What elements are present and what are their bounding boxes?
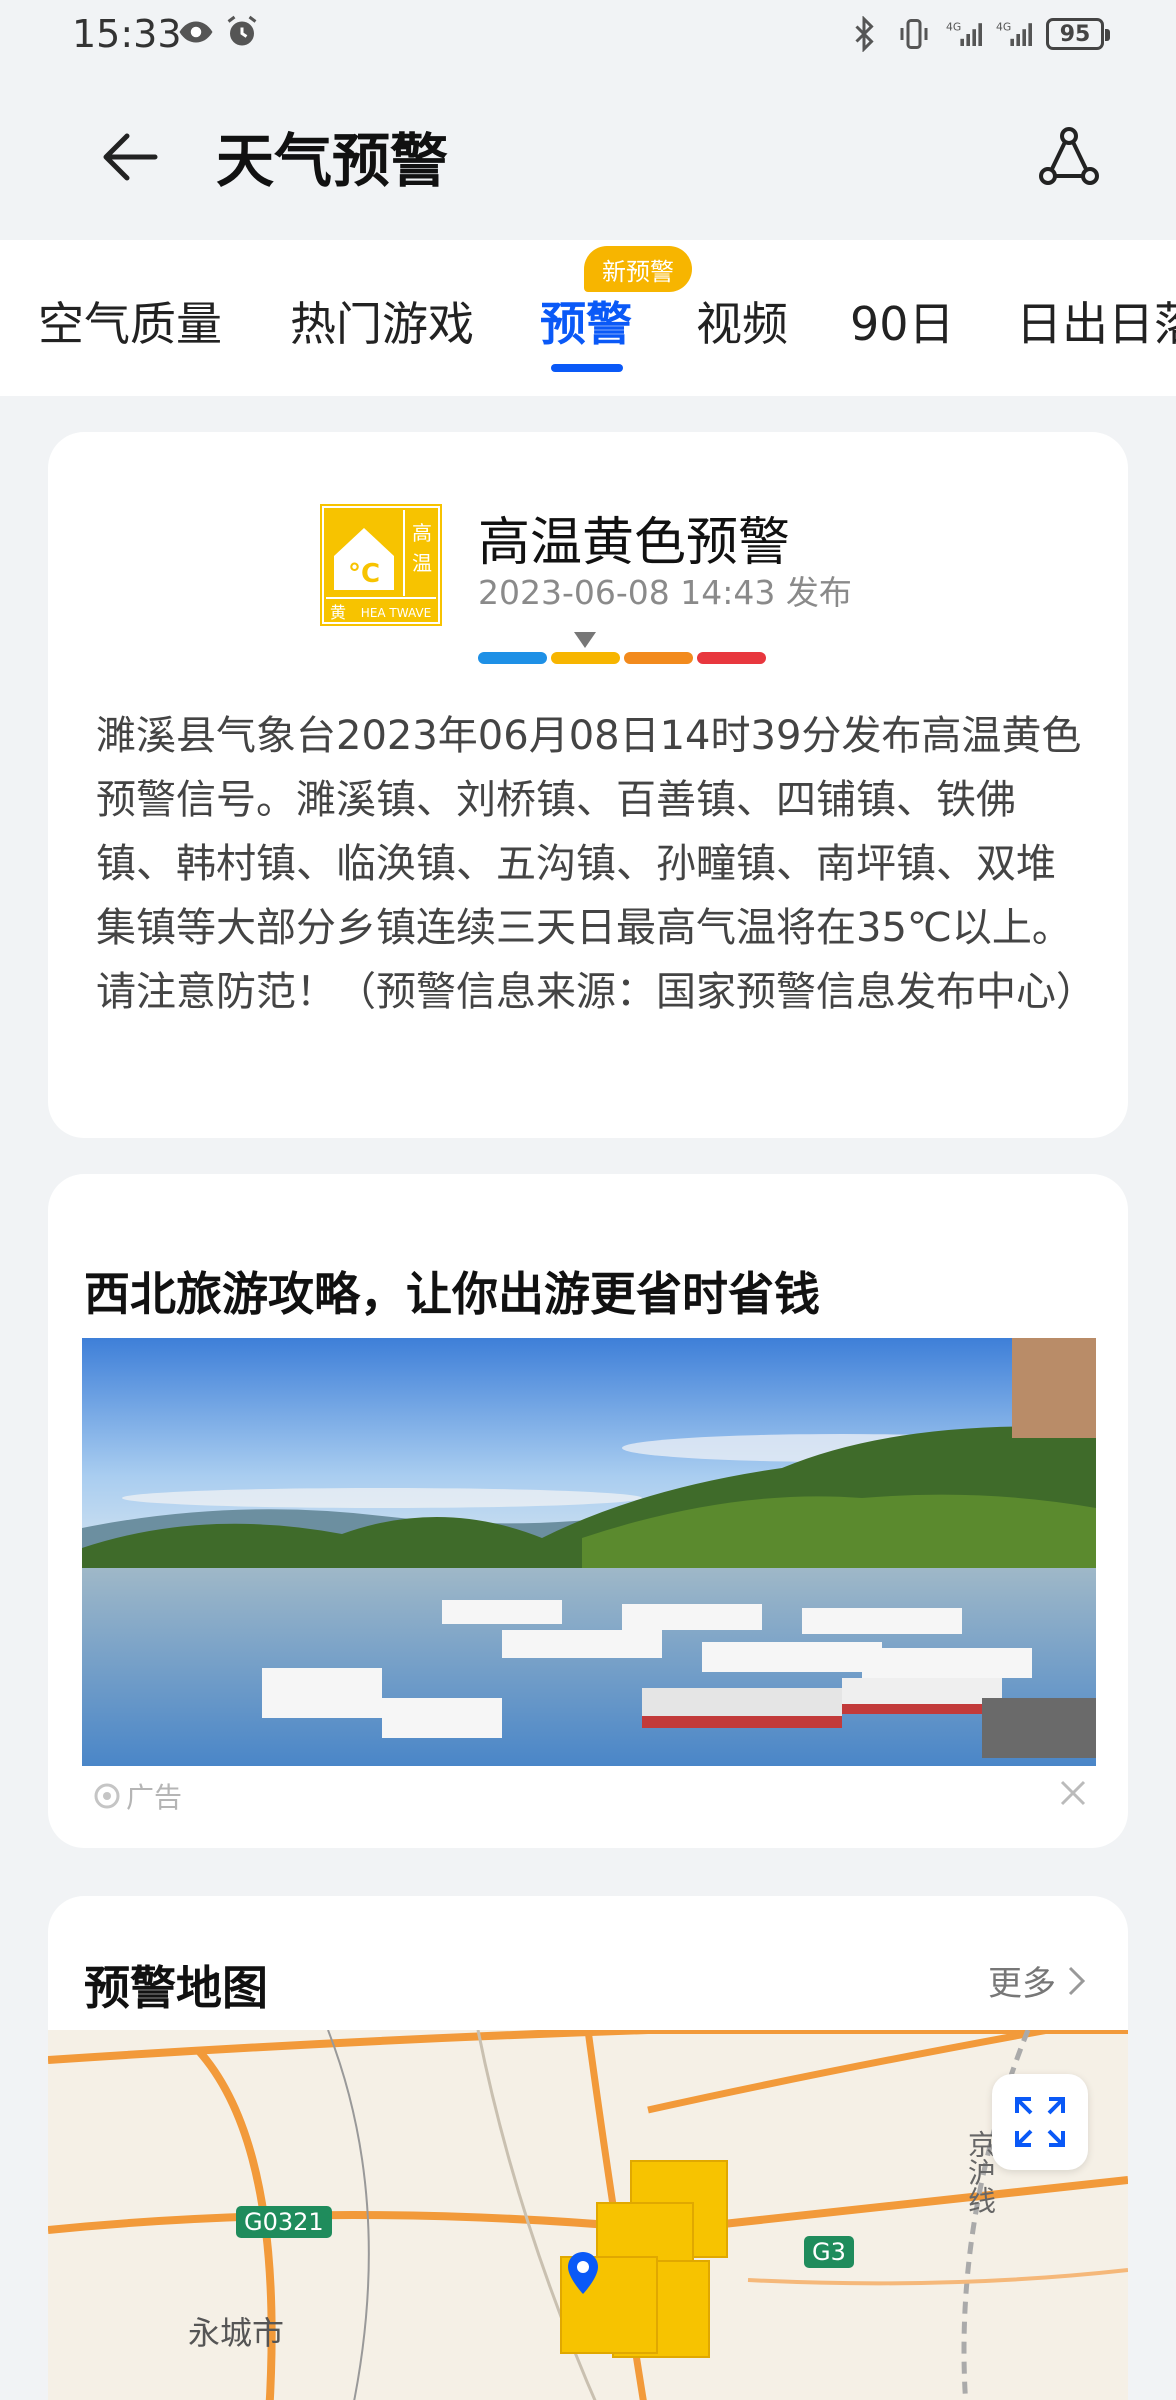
expand-icon (1015, 2097, 1065, 2147)
city-label: 永城市 (188, 2314, 285, 2352)
icon-en: HEA TWAVE (361, 606, 431, 620)
ad-tag: 广告 (92, 1776, 182, 1816)
road-label-g0321: G0321 (236, 2206, 332, 2238)
ad-label: 广告 (126, 1781, 183, 1814)
warning-map-card[interactable]: 预警地图 更多 G0321 G3 永城市 京沪线 (48, 1896, 1128, 2400)
map-title: 预警地图 (84, 1961, 268, 2015)
status-icons-right: 4G 4G 95 (846, 16, 1110, 52)
tab-90-days[interactable]: 90日 (850, 288, 955, 354)
network-type-2: 4G (996, 20, 1011, 33)
heatwave-warning-icon: °C 高 温 黄 HEA TWAVE (320, 504, 442, 626)
ad-card[interactable]: 西北旅游攻略，让你出游更省时省钱 广告 (48, 1174, 1128, 1848)
level-yellow (551, 652, 620, 664)
warning-level-bar (478, 652, 766, 664)
chevron-right-icon (1068, 1966, 1086, 1995)
vibrate-icon (900, 19, 928, 49)
icon-unit: °C (348, 559, 380, 589)
ad-image[interactable] (82, 1338, 1096, 1766)
new-warning-badge: 新预警 (584, 246, 692, 292)
level-orange (624, 652, 693, 664)
status-bar: 15:33 4G 4G 95 (0, 0, 1176, 72)
more-link[interactable]: 更多 (988, 1956, 1088, 2005)
bluetooth-icon (855, 16, 874, 52)
tab-bar: 空气质量 热门游戏 预警 视频 90日 日出日落 新预警 (0, 240, 1176, 396)
alarm-icon (227, 15, 257, 46)
warning-map[interactable]: G0321 G3 永城市 京沪线 (48, 2030, 1128, 2400)
close-icon[interactable] (1058, 1778, 1088, 1808)
back-arrow-icon[interactable] (95, 122, 165, 192)
warning-description: 濉溪县气象台2023年06月08日14时39分发布高温黄色预警信号。濉溪镇、刘桥… (96, 713, 1096, 1015)
page-title: 天气预警 (216, 127, 449, 195)
share-icon[interactable] (1034, 122, 1104, 192)
warning-card[interactable]: °C 高 温 黄 HEA TWAVE 高温黄色预警 2023-06-08 14:… (48, 432, 1128, 1138)
icon-text-top: 高 (412, 521, 432, 545)
icon-level: 黄 (330, 603, 346, 622)
status-time: 15:33 (72, 12, 182, 56)
tab-warning[interactable]: 预警 (540, 288, 632, 354)
tab-air-quality[interactable]: 空气质量 (38, 288, 222, 354)
eye-icon (179, 21, 213, 43)
ad-marker-icon (94, 1783, 120, 1809)
signal-icon-2: 4G (996, 20, 1032, 46)
battery-indicator: 95 (1046, 18, 1110, 50)
level-pointer (574, 632, 596, 648)
tab-sunrise-sunset[interactable]: 日出日落 (1016, 288, 1176, 354)
more-label: 更多 (988, 1964, 1056, 2004)
signal-icon-1: 4G (946, 20, 982, 46)
tab-video[interactable]: 视频 (696, 288, 788, 354)
tab-hot-games[interactable]: 热门游戏 (290, 288, 474, 354)
network-type-1: 4G (946, 20, 961, 33)
icon-text-mid: 温 (412, 551, 432, 575)
warning-title: 高温黄色预警 (478, 513, 791, 573)
level-blue (478, 652, 547, 664)
road-label-g3: G3 (804, 2236, 854, 2268)
tab-active-indicator (551, 364, 623, 372)
level-red (697, 652, 766, 664)
ad-title: 西北旅游攻略，让你出游更省时省钱 (84, 1267, 820, 1321)
status-icons-left (178, 14, 260, 50)
expand-map-button[interactable] (992, 2074, 1088, 2170)
location-pin-icon (568, 2252, 598, 2294)
header: 天气预警 (0, 72, 1176, 240)
warning-publish-time: 2023-06-08 14:43 发布 (478, 573, 852, 612)
